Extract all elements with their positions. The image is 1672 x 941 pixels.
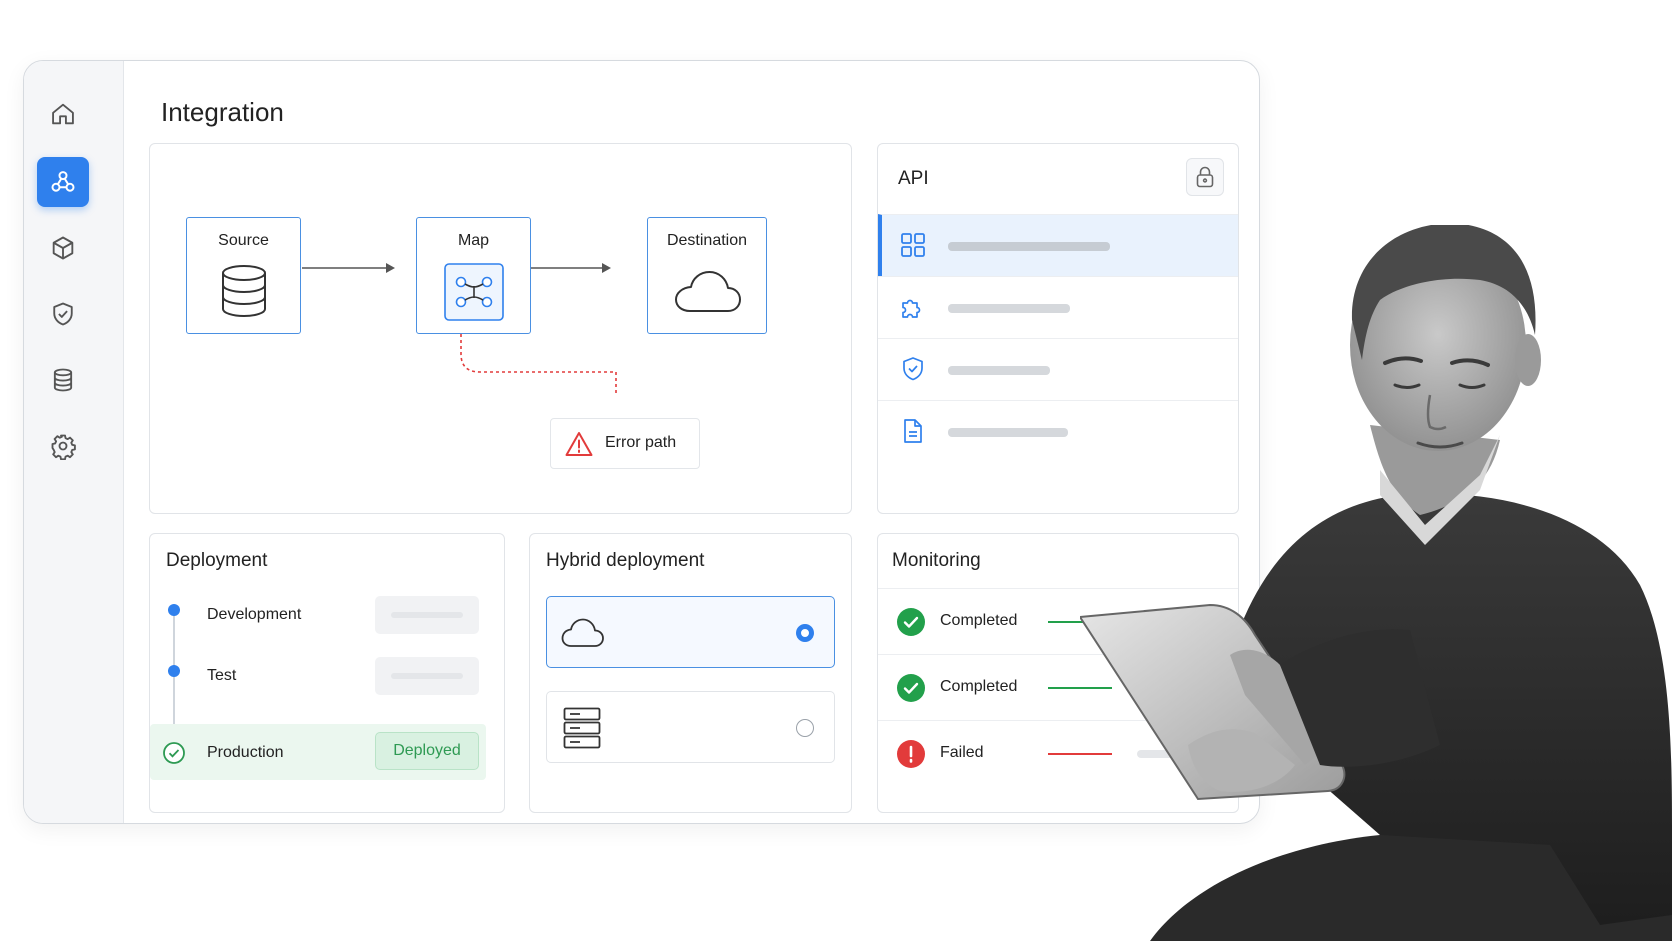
stage-row-production[interactable]: Production Deployed	[150, 724, 486, 780]
person-with-tablet-photo	[1080, 225, 1672, 941]
mapping-icon	[444, 263, 504, 321]
error-path-box[interactable]: Error path	[550, 418, 700, 469]
lock-icon	[1196, 166, 1214, 188]
api-item-placeholder	[948, 366, 1050, 375]
stage-label-production: Production	[207, 744, 284, 761]
stage-dot-development	[168, 604, 180, 616]
monitoring-status: Completed	[940, 612, 1018, 629]
lock-button[interactable]	[1186, 158, 1224, 196]
api-title: API	[898, 168, 929, 189]
hybrid-option-cloud[interactable]	[546, 596, 835, 668]
integration-flow-card: Source Map Destination Error path	[149, 143, 852, 514]
sidebar-item-security[interactable]	[37, 289, 89, 339]
sidebar-item-settings[interactable]	[37, 421, 89, 471]
sidebar	[24, 61, 124, 823]
stage-status-development	[375, 596, 479, 634]
monitoring-status: Completed	[940, 678, 1018, 695]
sidebar-item-integration[interactable]	[37, 157, 89, 207]
sidebar-item-home[interactable]	[37, 89, 89, 139]
shield-check-icon	[903, 357, 923, 381]
app-window: Integration Source Map Destination Error…	[23, 60, 1260, 824]
integration-icon	[51, 171, 75, 192]
database-icon	[53, 368, 73, 392]
flow-node-label: Source	[218, 232, 269, 249]
hybrid-radio-cloud[interactable]	[796, 624, 814, 642]
document-icon	[904, 419, 922, 443]
server-icon	[563, 707, 601, 749]
cloud-icon	[561, 618, 604, 647]
monitoring-status: Failed	[940, 744, 984, 761]
flow-node-map[interactable]: Map	[416, 217, 531, 334]
api-item-placeholder	[948, 428, 1068, 437]
deployed-badge: Deployed	[375, 732, 479, 770]
check-circle-icon	[897, 608, 925, 636]
api-item-placeholder	[948, 304, 1070, 313]
cloud-icon	[675, 271, 741, 312]
deployment-title: Deployment	[166, 550, 268, 571]
sidebar-item-data[interactable]	[37, 355, 89, 405]
check-circle-icon	[163, 742, 185, 764]
home-icon	[52, 103, 74, 125]
flow-node-source[interactable]: Source	[186, 217, 301, 334]
warning-icon	[565, 432, 593, 456]
cube-icon	[52, 236, 74, 260]
hybrid-deployment-card: Hybrid deployment	[529, 533, 852, 813]
puzzle-icon	[902, 299, 921, 318]
error-path-label: Error path	[605, 434, 677, 451]
stage-label-test: Test	[207, 667, 237, 684]
error-circle-icon	[897, 740, 925, 768]
flow-node-label: Map	[457, 232, 490, 249]
stage-dot-test	[168, 665, 180, 677]
monitoring-title: Monitoring	[892, 550, 981, 571]
grid-icon	[901, 233, 925, 257]
page-title: Integration	[161, 97, 284, 127]
gear-icon	[51, 434, 76, 460]
flow-node-label: Destination	[666, 232, 748, 249]
flow-node-destination[interactable]: Destination	[647, 217, 767, 334]
hybrid-option-on-premise[interactable]	[546, 691, 835, 763]
hybrid-title: Hybrid deployment	[546, 550, 705, 571]
shield-check-icon	[53, 302, 73, 326]
database-icon	[222, 265, 266, 318]
stage-status-test	[375, 657, 479, 695]
stage-label-development: Development	[207, 606, 302, 623]
check-circle-icon	[897, 674, 925, 702]
hybrid-radio-on-premise[interactable]	[796, 719, 814, 737]
deployment-card: Deployment Development Test Production D…	[149, 533, 505, 813]
sidebar-item-packages[interactable]	[37, 223, 89, 273]
